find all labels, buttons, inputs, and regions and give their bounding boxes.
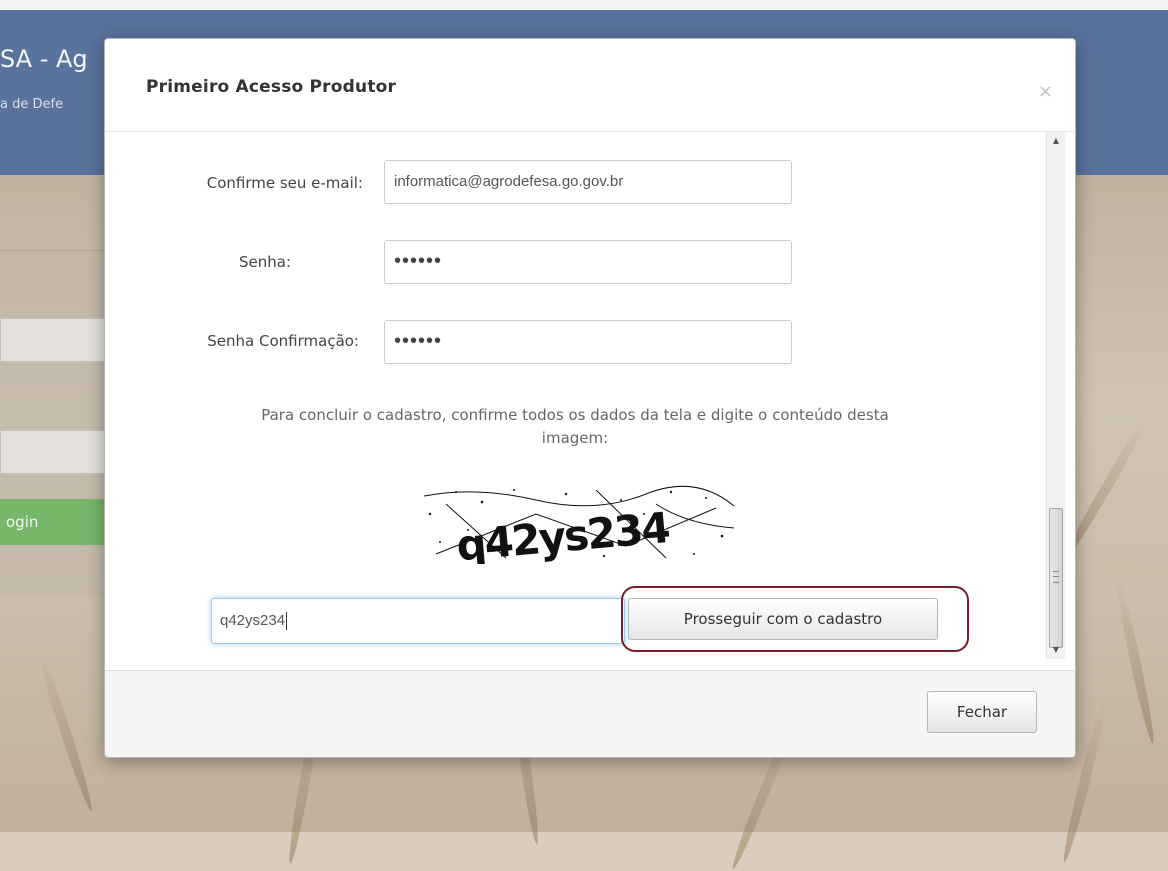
- scroll-down-arrow-icon[interactable]: ▼: [1047, 641, 1065, 659]
- captcha-instruction: Para concluir o cadastro, confirme todos…: [135, 404, 1015, 450]
- scroll-up-arrow-icon[interactable]: ▲: [1047, 132, 1065, 150]
- captcha-instruction-line1: Para concluir o cadastro, confirme todos…: [261, 406, 889, 424]
- captcha-instruction-line2: imagem:: [541, 429, 609, 447]
- captcha-image: q42ys234: [416, 484, 736, 564]
- close-icon[interactable]: ×: [1038, 81, 1053, 102]
- modal-title: Primeiro Acesso Produtor: [146, 77, 397, 97]
- text-caret: [286, 612, 288, 631]
- grip-icon: [1053, 571, 1059, 583]
- close-button[interactable]: Fechar: [927, 691, 1037, 733]
- modal-scrollbar[interactable]: ▲ ▼: [1046, 132, 1065, 659]
- continue-registration-button[interactable]: Prosseguir com o cadastro: [628, 598, 938, 640]
- scrollbar-thumb[interactable]: [1049, 508, 1063, 648]
- modal-body: Confirme seu e-mail: informatica@agrodef…: [105, 132, 1075, 670]
- password-label: Senha:: [238, 253, 291, 271]
- first-access-modal: Primeiro Acesso Produtor × Confirme seu …: [104, 38, 1076, 758]
- captcha-input-value: q42ys234: [220, 612, 286, 629]
- modal-footer: Fechar: [105, 670, 1075, 757]
- password-confirm-label: Senha Confirmação:: [207, 332, 359, 350]
- modal-header: Primeiro Acesso Produtor ×: [105, 39, 1075, 132]
- password-field[interactable]: ••••••: [384, 240, 792, 284]
- email-label: Confirme seu e-mail:: [206, 174, 363, 192]
- captcha-input[interactable]: q42ys234: [211, 598, 625, 644]
- email-field[interactable]: informatica@agrodefesa.go.gov.br: [384, 160, 792, 204]
- password-confirm-field[interactable]: ••••••: [384, 320, 792, 364]
